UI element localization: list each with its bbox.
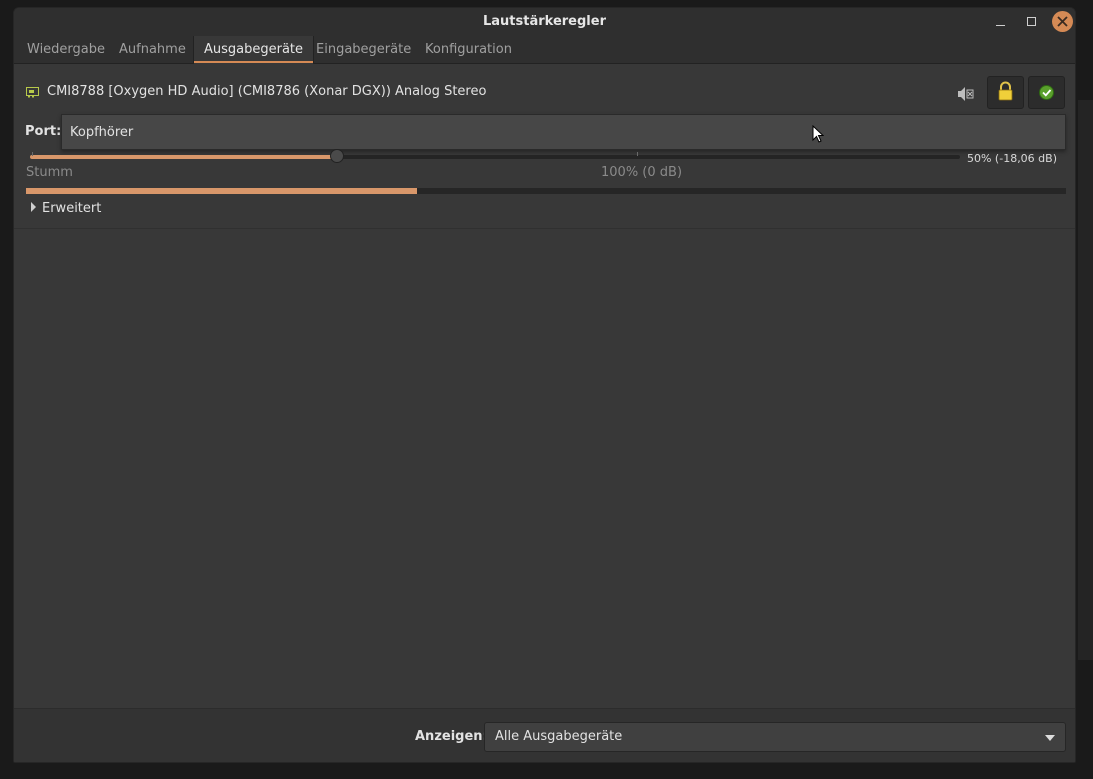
tab-bar: Wiedergabe Aufnahme Ausgabegeräte Eingab… <box>14 36 1075 64</box>
maximize-icon[interactable] <box>1021 12 1041 32</box>
checkmark-icon <box>1039 85 1054 100</box>
volume-readout: 50% (-18,06 dB) <box>966 152 1057 165</box>
mouse-cursor-icon <box>812 125 824 143</box>
lock-channels-button[interactable] <box>987 76 1024 109</box>
tick-mute <box>32 152 33 156</box>
show-dropdown[interactable]: Alle Ausgabegeräte <box>484 722 1066 752</box>
separator <box>14 228 1075 229</box>
peak-meter <box>26 188 1066 194</box>
tab-recording[interactable]: Aufnahme <box>109 36 196 63</box>
window-title: Lautstärkeregler <box>483 14 606 29</box>
minimize-icon[interactable] <box>991 12 1011 32</box>
port-label: Port: <box>25 124 62 139</box>
tab-output-devices[interactable]: Ausgabegeräte <box>193 36 315 64</box>
volume-slider[interactable] <box>30 149 960 163</box>
set-fallback-button[interactable] <box>1028 76 1065 109</box>
tab-playback[interactable]: Wiedergabe <box>17 36 115 63</box>
volume-slider-knob[interactable] <box>329 149 344 163</box>
slider-mark-100: 100% (0 dB) <box>601 165 683 180</box>
tick-100 <box>637 152 638 156</box>
bottom-bar: Anzeigen: Alle Ausgabegeräte <box>14 708 1075 762</box>
lock-icon <box>998 81 1013 101</box>
volume-slider-fill <box>30 155 337 159</box>
close-icon[interactable] <box>1052 11 1073 32</box>
slider-mark-mute: Stumm <box>26 165 73 180</box>
device-name: CMI8788 [Oxygen HD Audio] (CMI8786 (Xona… <box>47 84 487 99</box>
titlebar: Lautstärkeregler <box>14 8 1075 36</box>
show-value: Alle Ausgabegeräte <box>495 729 623 744</box>
port-dropdown[interactable]: Kopfhörer <box>61 114 1066 150</box>
advanced-expander[interactable]: Erweitert <box>31 201 101 216</box>
tab-input-devices[interactable]: Eingabegeräte <box>306 36 421 63</box>
mute-speaker-icon[interactable] <box>954 84 976 104</box>
tab-configuration[interactable]: Konfiguration <box>415 36 522 63</box>
sound-card-icon <box>26 87 39 98</box>
show-label: Anzeigen: <box>415 729 488 744</box>
advanced-label: Erweitert <box>42 201 102 216</box>
expander-arrow-icon <box>31 202 36 212</box>
dropdown-caret-icon <box>1045 735 1055 741</box>
peak-meter-fill <box>26 188 418 194</box>
port-value: Kopfhörer <box>70 125 134 140</box>
background-desktop <box>1078 100 1093 660</box>
volume-control-window: Lautstärkeregler Wiedergabe Aufnahme Aus… <box>13 7 1076 763</box>
